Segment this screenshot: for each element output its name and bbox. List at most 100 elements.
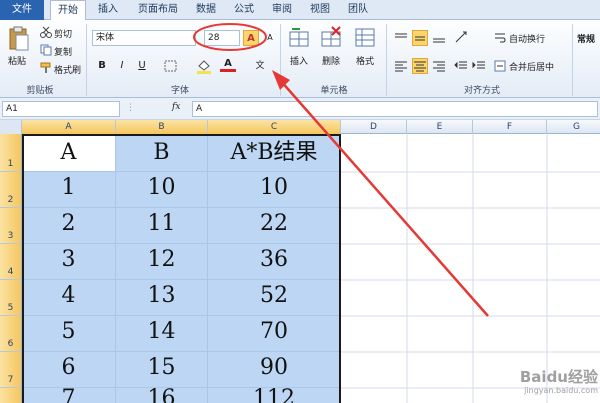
- cell[interactable]: 10: [116, 172, 208, 208]
- number-format-select[interactable]: 常规: [577, 32, 595, 45]
- tab-home[interactable]: 开始: [50, 0, 86, 21]
- tab-formulas[interactable]: 公式: [226, 0, 262, 20]
- insert-cells-icon[interactable]: [288, 26, 310, 48]
- increase-indent-icon[interactable]: [472, 60, 486, 72]
- column-header[interactable]: E: [407, 120, 473, 134]
- cell[interactable]: 2: [22, 208, 116, 244]
- align-left-icon[interactable]: [394, 60, 408, 72]
- column-header[interactable]: D: [341, 120, 407, 134]
- underline-button[interactable]: U: [134, 58, 150, 74]
- align-center-icon: [414, 61, 426, 72]
- row-header[interactable]: 3: [0, 208, 22, 244]
- tab-insert[interactable]: 插入: [90, 0, 126, 20]
- italic-button[interactable]: I: [114, 58, 130, 74]
- align-top-icon[interactable]: [394, 32, 408, 44]
- border-icon[interactable]: [164, 60, 178, 72]
- tab-team[interactable]: 团队: [340, 0, 376, 20]
- cell[interactable]: B: [116, 134, 208, 172]
- cell[interactable]: 22: [208, 208, 341, 244]
- alignment-group-label: 对齐方式: [463, 86, 500, 96]
- cell[interactable]: A: [22, 134, 116, 172]
- tab-review[interactable]: 审阅: [264, 0, 300, 20]
- format-painter-button[interactable]: 格式刷: [54, 63, 81, 76]
- cell[interactable]: 7: [22, 388, 116, 403]
- copy-button[interactable]: 复制: [54, 45, 72, 58]
- cell[interactable]: 90: [208, 352, 341, 388]
- formula-bar: A1 ⋮ fx A: [0, 98, 600, 120]
- format-cells-button[interactable]: 格式: [356, 54, 374, 67]
- font-group-label: 字体: [170, 86, 189, 96]
- empty-cells-grid[interactable]: [341, 134, 600, 403]
- wrap-text-icon[interactable]: [494, 32, 506, 44]
- bold-button[interactable]: B: [94, 58, 110, 74]
- column-header[interactable]: B: [116, 120, 208, 134]
- align-center-button[interactable]: [412, 58, 428, 74]
- column-header[interactable]: A: [22, 120, 116, 134]
- merge-center-icon[interactable]: [494, 60, 506, 72]
- row-header[interactable]: [0, 388, 22, 403]
- paste-icon[interactable]: [8, 26, 30, 52]
- column-header[interactable]: G: [547, 120, 600, 134]
- copy-icon[interactable]: [40, 44, 52, 56]
- cell[interactable]: 112: [208, 388, 341, 403]
- tab-file[interactable]: 文件: [0, 0, 44, 20]
- tab-view[interactable]: 视图: [302, 0, 338, 20]
- scissors-icon[interactable]: [40, 26, 52, 38]
- formula-input[interactable]: A: [192, 101, 598, 117]
- ribbon-tab-bar: 文件 开始 插入 页面布局 数据 公式 审阅 视图 团队: [0, 0, 600, 21]
- column-header[interactable]: C: [208, 120, 341, 134]
- cell[interactable]: 12: [116, 244, 208, 280]
- format-cells-icon[interactable]: [354, 26, 376, 48]
- tab-page-layout[interactable]: 页面布局: [130, 0, 186, 20]
- delete-cells-button[interactable]: 删除: [322, 54, 340, 67]
- cell[interactable]: 70: [208, 316, 341, 352]
- paste-button[interactable]: 粘贴: [8, 54, 26, 67]
- column-header-row: A B C D E F G: [0, 120, 600, 134]
- group-separator: [386, 24, 387, 96]
- cell[interactable]: 13: [116, 280, 208, 316]
- decrease-indent-icon[interactable]: [454, 60, 468, 72]
- cell[interactable]: 3: [22, 244, 116, 280]
- cell[interactable]: 11: [116, 208, 208, 244]
- watermark-url: jingyan.baidu.com: [524, 386, 598, 395]
- name-box[interactable]: A1: [2, 101, 120, 117]
- phonetic-button[interactable]: 文: [252, 58, 268, 74]
- cell[interactable]: 16: [116, 388, 208, 403]
- tab-data[interactable]: 数据: [188, 0, 224, 20]
- insert-function-icon[interactable]: fx: [172, 102, 180, 112]
- cell[interactable]: 14: [116, 316, 208, 352]
- cell[interactable]: A*B结果: [208, 134, 341, 172]
- cell[interactable]: 1: [22, 172, 116, 208]
- orientation-icon[interactable]: [454, 30, 470, 44]
- cell[interactable]: 36: [208, 244, 341, 280]
- format-painter-icon[interactable]: [40, 62, 52, 74]
- group-separator: [572, 24, 573, 96]
- row-header[interactable]: 2: [0, 172, 22, 208]
- cell[interactable]: 6: [22, 352, 116, 388]
- row-header[interactable]: 1: [0, 134, 22, 172]
- select-all-corner[interactable]: [0, 120, 22, 134]
- font-name-select[interactable]: 宋体: [92, 30, 196, 46]
- row-header[interactable]: 6: [0, 316, 22, 352]
- align-bottom-icon[interactable]: [432, 32, 446, 44]
- cell[interactable]: 5: [22, 316, 116, 352]
- row-header[interactable]: 4: [0, 244, 22, 280]
- cell[interactable]: 10: [208, 172, 341, 208]
- row-header[interactable]: 7: [0, 352, 22, 388]
- fill-color-icon[interactable]: [196, 58, 212, 74]
- clipboard-group-label: 剪贴板: [26, 86, 54, 96]
- cell[interactable]: 4: [22, 280, 116, 316]
- insert-cells-button[interactable]: 插入: [290, 54, 308, 67]
- cell[interactable]: 52: [208, 280, 341, 316]
- align-right-icon[interactable]: [432, 60, 446, 72]
- merge-center-button[interactable]: 合并后居中: [509, 60, 554, 73]
- delete-cells-icon[interactable]: [320, 26, 342, 48]
- font-color-button[interactable]: A: [220, 56, 236, 72]
- align-middle-button[interactable]: [412, 30, 428, 46]
- column-header[interactable]: F: [473, 120, 547, 134]
- row-header[interactable]: 5: [0, 280, 22, 316]
- red-circle-highlight: [193, 23, 267, 51]
- cell[interactable]: 15: [116, 352, 208, 388]
- wrap-text-button[interactable]: 自动换行: [509, 32, 545, 45]
- cut-button[interactable]: 剪切: [54, 27, 72, 40]
